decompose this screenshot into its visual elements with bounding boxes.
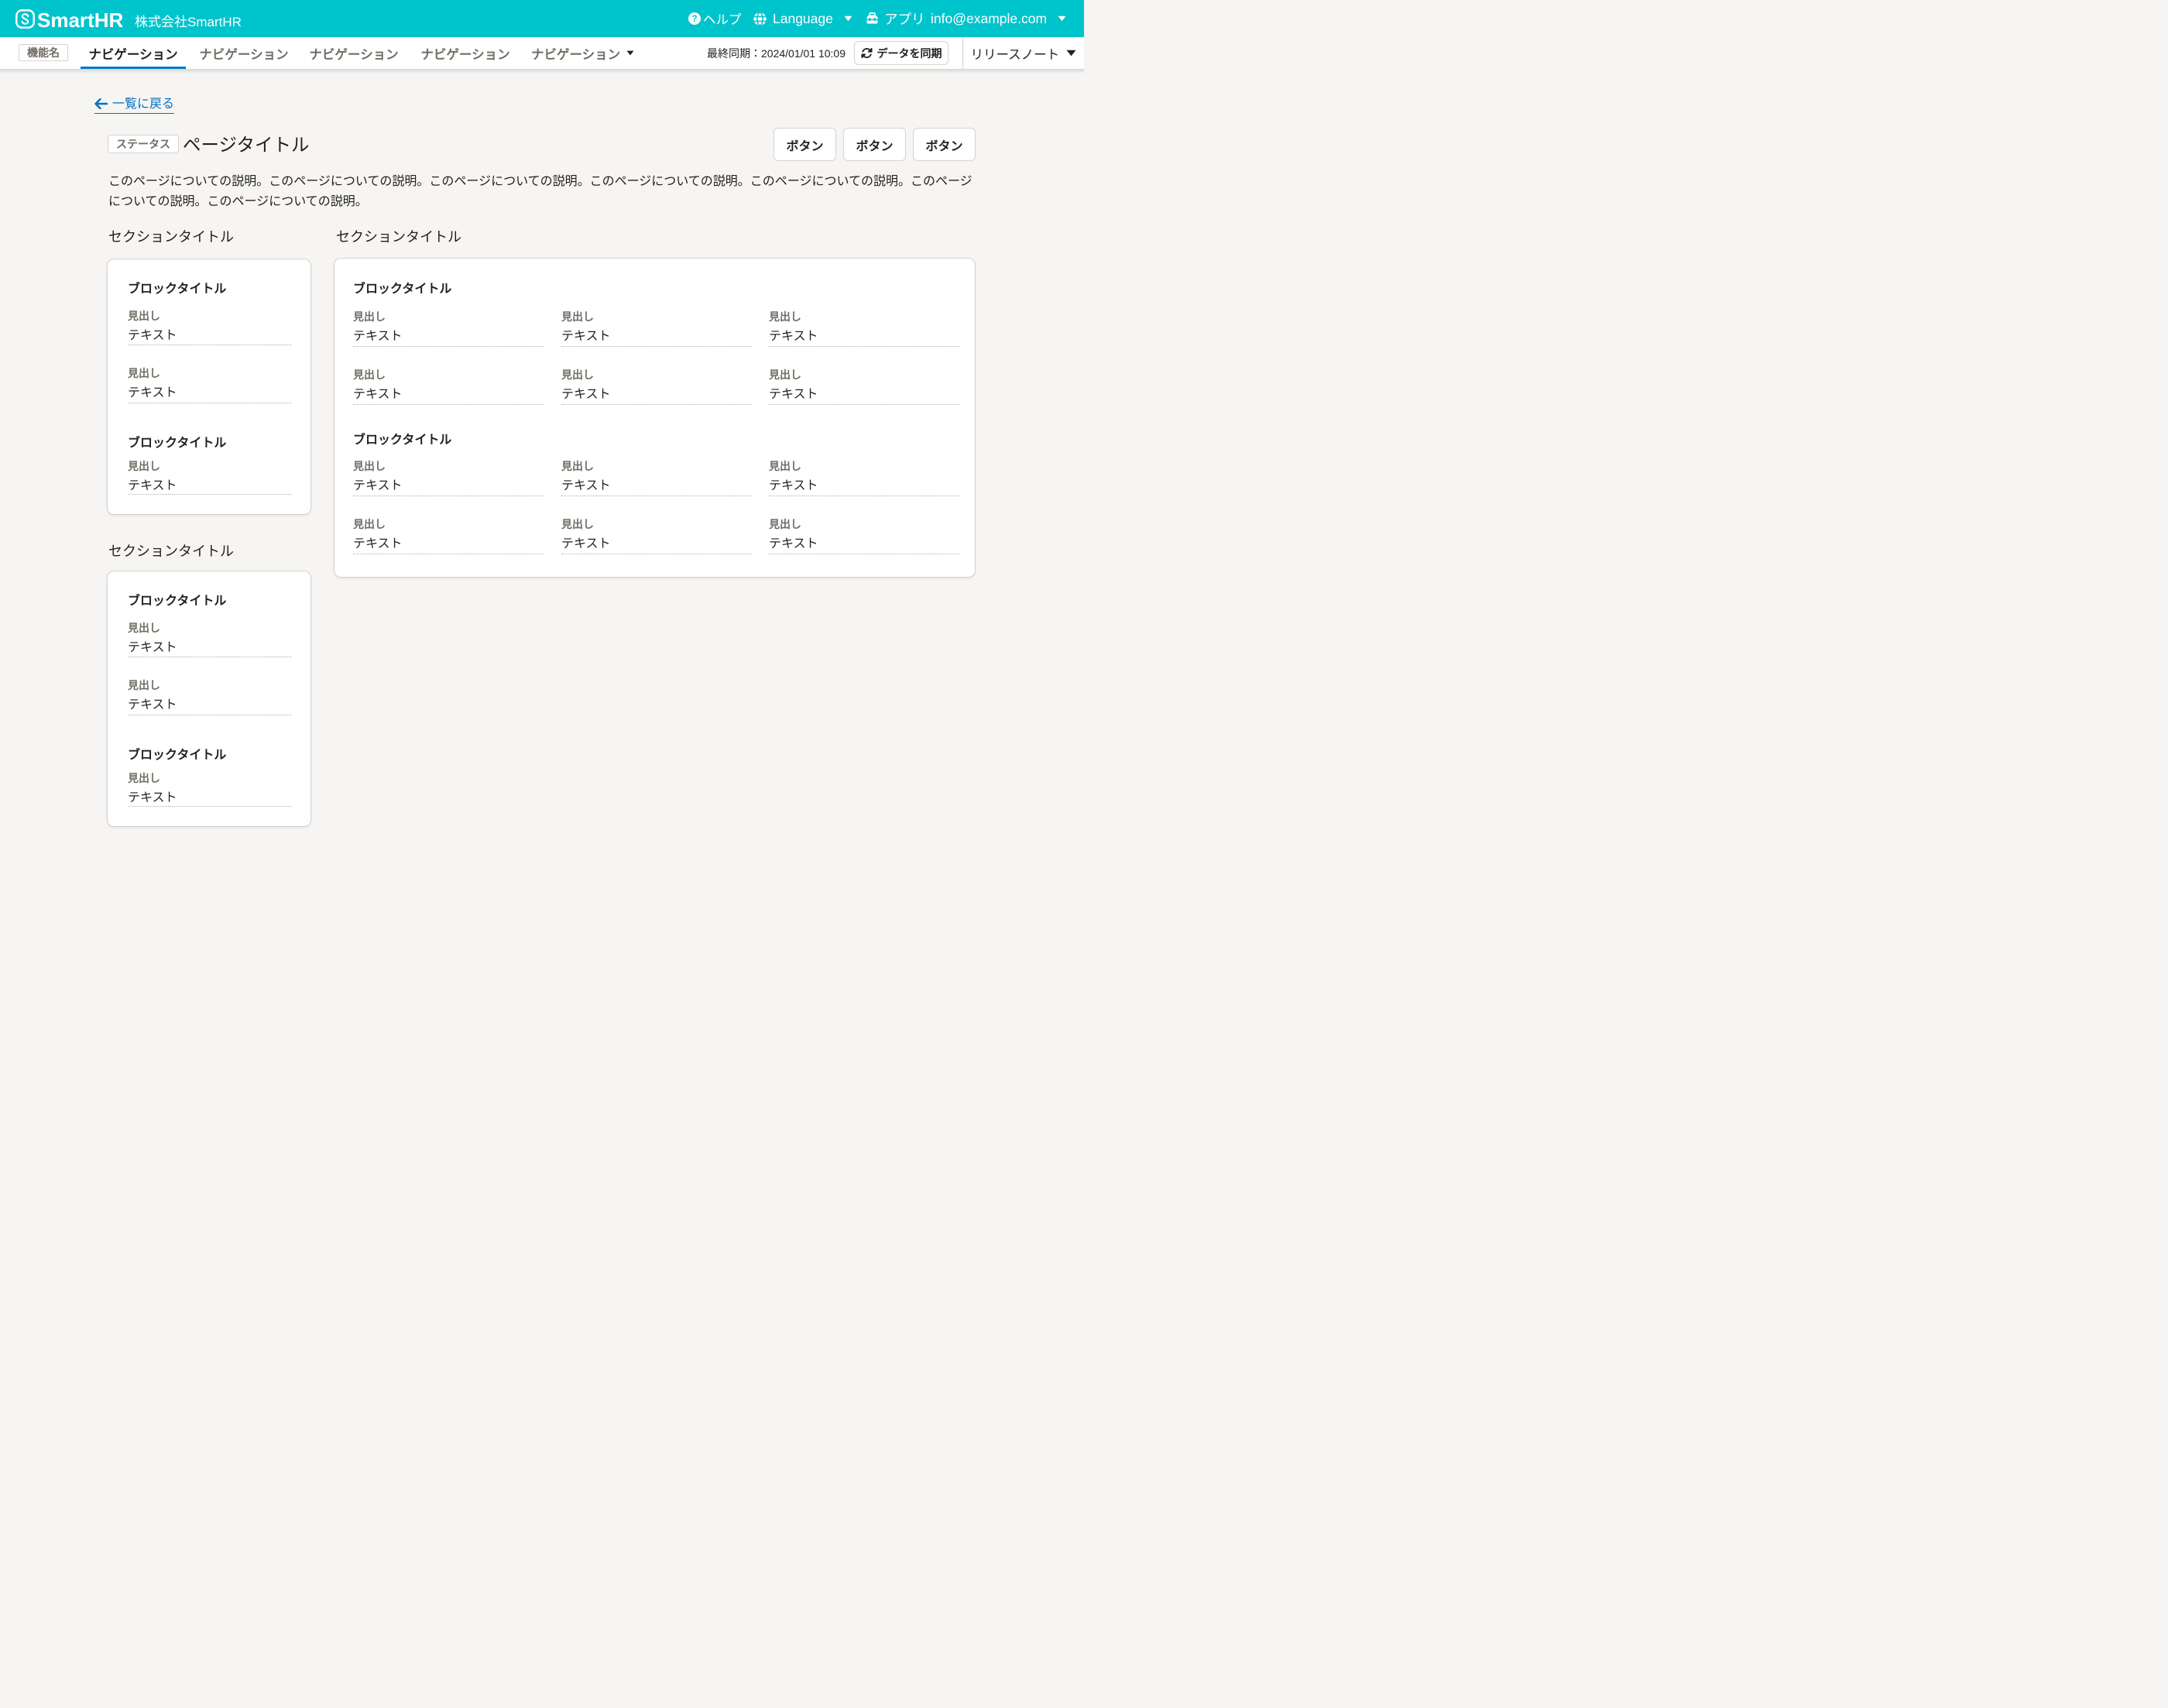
svg-text:?: ? — [691, 15, 697, 24]
